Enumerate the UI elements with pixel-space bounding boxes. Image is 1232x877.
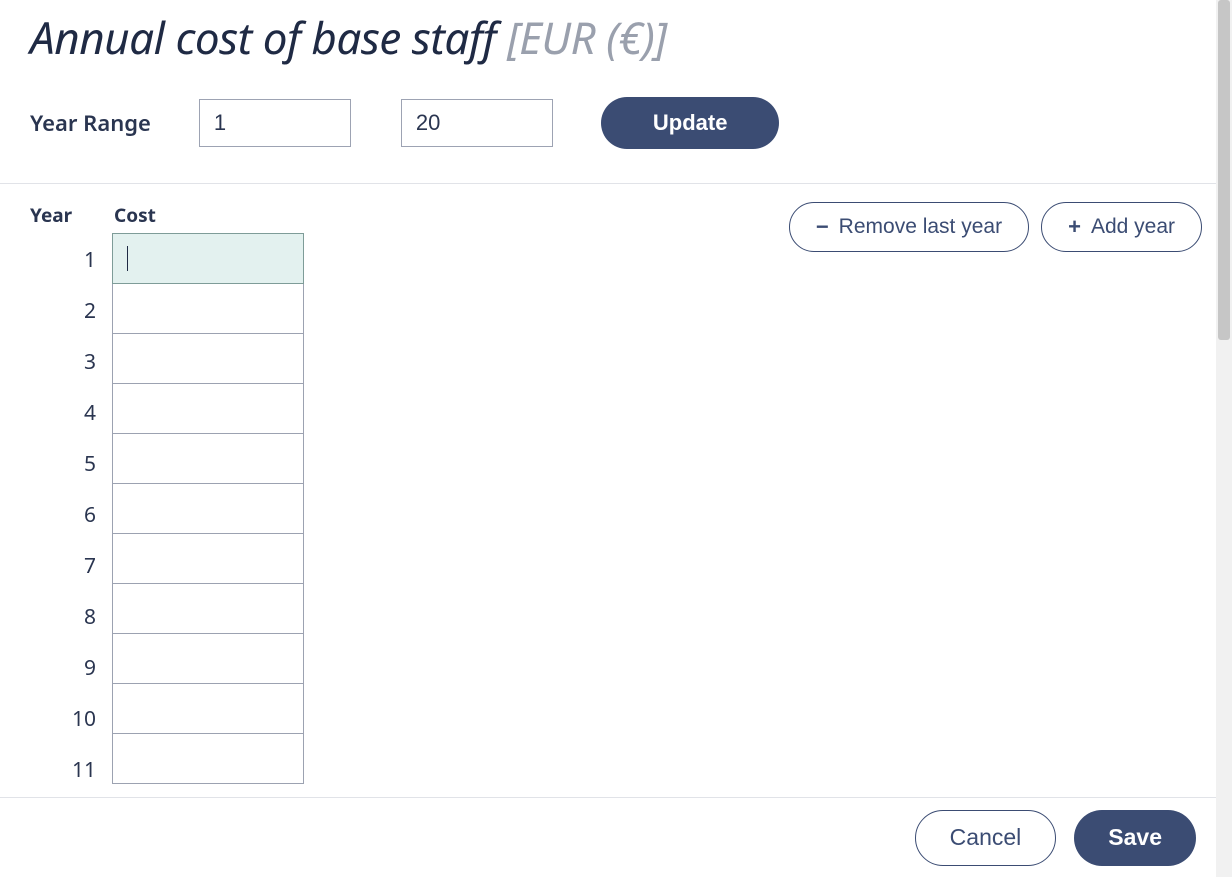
update-button[interactable]: Update xyxy=(601,97,780,149)
year-cell: 8 xyxy=(30,591,112,642)
year-cell: 3 xyxy=(30,336,112,387)
cost-cell[interactable] xyxy=(112,733,304,784)
remove-last-year-button[interactable]: − Remove last year xyxy=(789,202,1029,252)
remove-last-year-label: Remove last year xyxy=(839,215,1002,239)
year-range-from-input[interactable] xyxy=(199,99,351,147)
page-title: Annual cost of base staff [EUR (€)] xyxy=(30,10,1202,65)
cost-cell[interactable] xyxy=(112,533,304,584)
add-year-button[interactable]: + Add year xyxy=(1041,202,1202,252)
cost-cell[interactable] xyxy=(112,683,304,734)
cost-cell[interactable] xyxy=(112,233,304,284)
cost-cell[interactable] xyxy=(112,333,304,384)
divider xyxy=(0,183,1232,184)
year-cell: 7 xyxy=(30,540,112,591)
cost-cell[interactable] xyxy=(112,483,304,534)
data-grid: Year 1234567891011 Cost xyxy=(30,202,304,795)
minus-icon: − xyxy=(816,216,829,238)
page-title-text: Annual cost of base staff xyxy=(30,7,507,67)
year-cell: 4 xyxy=(30,387,112,438)
page-title-unit: [EUR (€)] xyxy=(507,7,667,67)
footer-bar: Cancel Save xyxy=(0,797,1216,877)
cost-cell[interactable] xyxy=(112,383,304,434)
cancel-button[interactable]: Cancel xyxy=(915,810,1057,866)
column-header-year: Year xyxy=(30,202,112,234)
year-cell: 6 xyxy=(30,489,112,540)
year-range-to-input[interactable] xyxy=(401,99,553,147)
year-range-inputs xyxy=(199,99,553,147)
cost-cell[interactable] xyxy=(112,633,304,684)
year-cell: 11 xyxy=(30,744,112,795)
cost-cell[interactable] xyxy=(112,433,304,484)
add-year-label: Add year xyxy=(1091,215,1175,239)
year-cell: 1 xyxy=(30,234,112,285)
column-header-cost: Cost xyxy=(112,202,304,234)
vertical-scrollbar[interactable] xyxy=(1216,0,1232,877)
text-caret xyxy=(127,246,128,271)
cost-cell[interactable] xyxy=(112,283,304,334)
year-cell: 9 xyxy=(30,642,112,693)
year-cell: 5 xyxy=(30,438,112,489)
year-cell: 2 xyxy=(30,285,112,336)
year-range-row: Year Range Update xyxy=(30,89,1202,183)
save-button[interactable]: Save xyxy=(1074,810,1196,866)
year-range-label: Year Range xyxy=(30,108,151,138)
year-cell: 10 xyxy=(30,693,112,744)
plus-icon: + xyxy=(1068,216,1081,238)
cost-cell[interactable] xyxy=(112,583,304,634)
